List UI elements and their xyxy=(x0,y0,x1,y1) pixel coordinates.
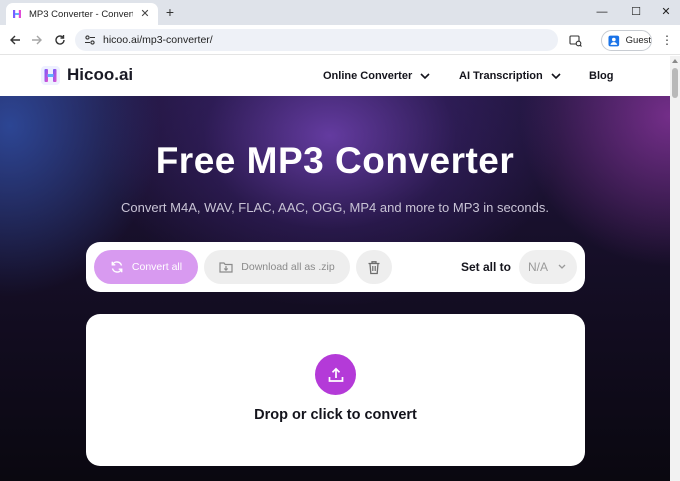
page-title: Free MP3 Converter xyxy=(155,140,515,181)
convert-all-label: Convert all xyxy=(131,261,183,273)
address-bar[interactable]: hicoo.ai/mp3-converter/ xyxy=(75,29,558,51)
set-all-label: Set all to xyxy=(461,260,512,274)
chevron-down-icon xyxy=(558,264,566,269)
format-value: N/A xyxy=(528,260,549,274)
page-scrollbar[interactable] xyxy=(670,56,680,481)
hero-section: Free MP3 Converter Convert M4A, WAV, FLA… xyxy=(0,96,670,481)
nav-ai-transcription[interactable]: AI Transcription xyxy=(459,70,561,82)
browser-tab[interactable]: MP3 Converter - Convert Audio ✕ xyxy=(6,3,158,25)
download-all-button[interactable]: Download all as .zip xyxy=(204,250,350,284)
drop-label: Drop or click to convert xyxy=(254,407,417,423)
scrollbar-thumb[interactable] xyxy=(672,68,678,98)
upload-icon xyxy=(328,367,343,382)
logo-name: Hicoo.ai xyxy=(67,65,134,84)
tab-title: MP3 Converter - Convert Audio xyxy=(29,8,133,20)
convert-all-button[interactable]: Convert all xyxy=(94,250,198,284)
format-select[interactable]: N/A xyxy=(519,250,577,284)
nav-label: Blog xyxy=(589,70,614,82)
reload-icon[interactable] xyxy=(52,32,68,48)
trash-icon xyxy=(368,260,380,274)
nav-label: AI Transcription xyxy=(459,70,543,82)
url-text: hicoo.ai/mp3-converter/ xyxy=(103,34,213,46)
nav-blog[interactable]: Blog xyxy=(589,70,613,82)
forward-icon[interactable] xyxy=(29,32,45,48)
refresh-icon xyxy=(111,261,123,273)
browser-tab-bar: MP3 Converter - Convert Audio ✕ + — ☐ ✕ xyxy=(0,0,680,25)
folder-download-icon xyxy=(219,262,233,273)
maximize-button[interactable]: ☐ xyxy=(626,4,646,20)
page-subtitle: Convert M4A, WAV, FLAC, AAC, OGG, MP4 an… xyxy=(121,200,549,215)
chevron-down-icon xyxy=(420,72,430,79)
browser-toolbar: hicoo.ai/mp3-converter/ Guest ⋮ xyxy=(0,25,680,55)
drop-zone[interactable]: Drop or click to convert xyxy=(86,314,585,466)
site-info-icon[interactable] xyxy=(84,34,96,46)
nav-online-converter[interactable]: Online Converter xyxy=(323,70,430,82)
action-bar: Convert all Download all as .zip Set all… xyxy=(86,242,585,292)
profile-label: Guest xyxy=(625,35,651,46)
scroll-up-arrow-icon[interactable] xyxy=(672,58,678,64)
chevron-down-icon xyxy=(551,72,561,79)
download-all-label: Download all as .zip xyxy=(241,261,335,273)
tab-close-icon[interactable]: ✕ xyxy=(138,7,152,21)
nav-label: Online Converter xyxy=(323,70,413,82)
upload-button[interactable] xyxy=(315,354,356,395)
clear-all-button[interactable] xyxy=(356,250,392,284)
person-icon xyxy=(608,35,620,46)
profile-button[interactable]: Guest xyxy=(601,30,652,51)
window-close-button[interactable]: ✕ xyxy=(656,4,676,20)
minimize-button[interactable]: — xyxy=(592,4,612,20)
hicoo-logo-icon xyxy=(41,65,60,85)
download-page-icon[interactable] xyxy=(567,32,583,48)
hicoo-favicon-icon xyxy=(12,9,22,19)
back-icon[interactable] xyxy=(7,32,23,48)
site-header: Hicoo.ai Online Converter AI Transcripti… xyxy=(0,56,670,96)
site-logo[interactable]: Hicoo.ai xyxy=(41,65,133,85)
new-tab-button[interactable]: + xyxy=(162,4,178,20)
browser-menu-icon[interactable]: ⋮ xyxy=(659,32,675,48)
